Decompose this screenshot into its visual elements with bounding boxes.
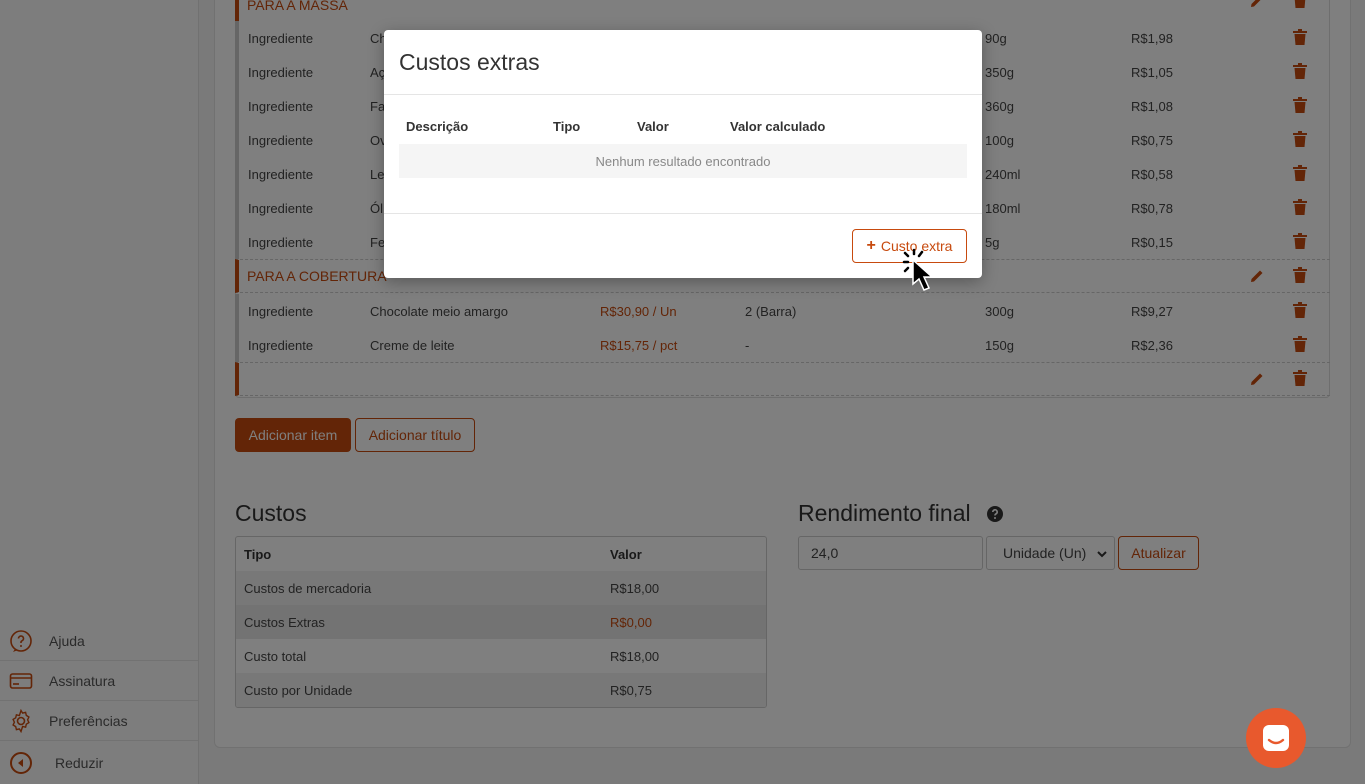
- plus-icon: +: [866, 237, 876, 254]
- chat-launcher-button[interactable]: [1246, 708, 1306, 768]
- column-header-calculated: Valor calculado: [730, 119, 826, 134]
- column-header-type: Tipo: [553, 119, 581, 134]
- empty-state: Nenhum resultado encontrado: [399, 144, 967, 178]
- divider: [384, 213, 982, 214]
- divider: [384, 94, 982, 95]
- modal-title: Custos extras: [399, 49, 540, 75]
- column-header-description: Descrição: [406, 119, 469, 134]
- column-header-value: Valor: [637, 119, 669, 134]
- chat-icon: [1263, 725, 1289, 751]
- extra-costs-modal: Custos extras Descrição Tipo Valor Valor…: [384, 30, 982, 278]
- pointer-cursor-icon: [902, 248, 934, 291]
